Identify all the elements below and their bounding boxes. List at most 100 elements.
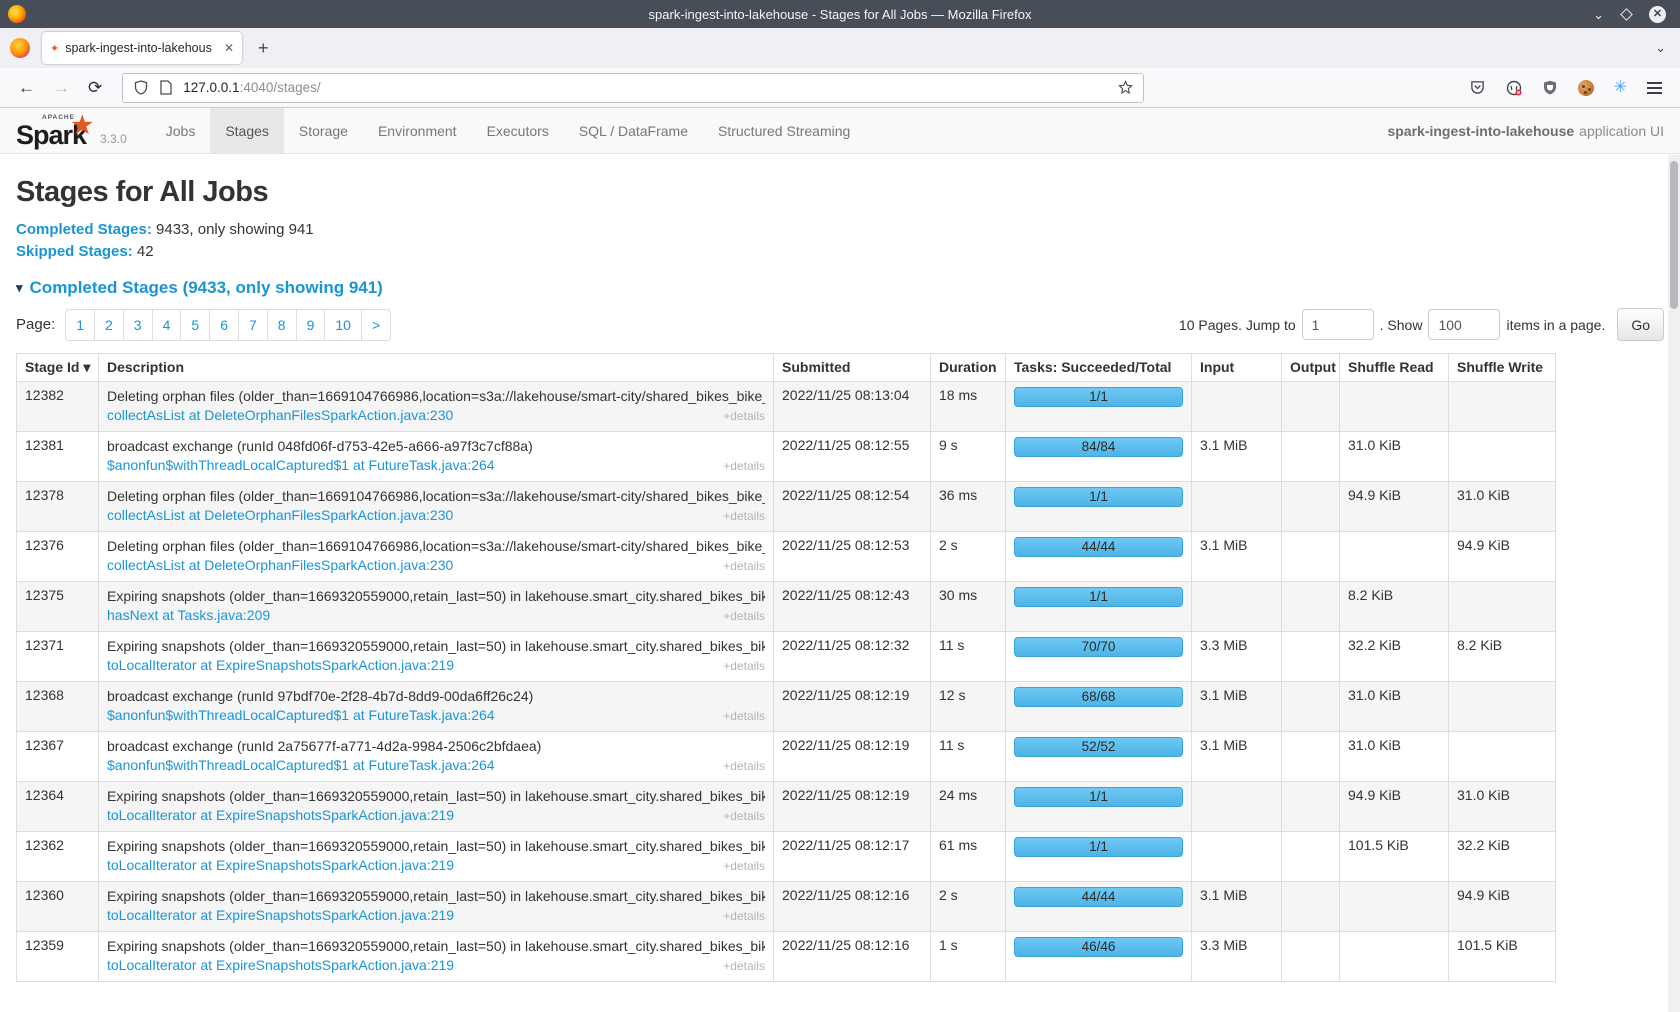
tasks-progress-bar: 52/52 [1014, 737, 1183, 757]
extension-asterisk-icon[interactable]: ✳ [1614, 80, 1627, 96]
window-titlebar: spark-ingest-into-lakehouse - Stages for… [0, 0, 1680, 28]
pocket-icon[interactable] [1470, 80, 1486, 96]
stage-detail-link[interactable]: toLocalIterator at ExpireSnapshotsSparkA… [107, 906, 454, 925]
page-button-4[interactable]: 4 [152, 309, 182, 341]
column-header-0[interactable]: Stage Id ▾ [17, 354, 99, 382]
column-header-6: Output [1282, 354, 1340, 382]
description-text: broadcast exchange (runId 048fd06f-d753-… [107, 437, 765, 456]
browser-tab[interactable]: ✦ spark-ingest-into-lakehous ✕ [42, 32, 242, 64]
completed-stages-link[interactable]: Completed Stages: [16, 221, 152, 238]
page-button-10[interactable]: 10 [324, 309, 362, 341]
page-button-3[interactable]: 3 [123, 309, 153, 341]
next-page-button[interactable]: > [361, 309, 391, 341]
page-button-7[interactable]: 7 [238, 309, 268, 341]
output-cell [1282, 832, 1340, 882]
tracking-shield-icon[interactable] [133, 80, 149, 96]
jump-to-page-input[interactable] [1302, 309, 1374, 340]
stage-detail-link[interactable]: toLocalIterator at ExpireSnapshotsSparkA… [107, 856, 454, 875]
details-toggle[interactable]: +details [723, 807, 765, 826]
details-toggle[interactable]: +details [723, 407, 765, 426]
back-button[interactable]: ← [18, 78, 35, 98]
shuffle-write-cell: 8.2 KiB [1449, 632, 1556, 682]
description-text: Deleting orphan files (older_than=166910… [107, 487, 765, 506]
page-button-9[interactable]: 9 [296, 309, 326, 341]
details-toggle[interactable]: +details [723, 857, 765, 876]
list-tabs-chevron-icon[interactable]: ⌄ [1655, 40, 1666, 56]
bookmark-star-icon[interactable] [1117, 80, 1133, 96]
nav-item-storage[interactable]: Storage [284, 108, 363, 153]
details-toggle[interactable]: +details [723, 607, 765, 626]
page-button-2[interactable]: 2 [94, 309, 124, 341]
description-line2: $anonfun$withThreadLocalCaptured$1 at Fu… [107, 456, 765, 476]
stage-detail-link[interactable]: $anonfun$withThreadLocalCaptured$1 at Fu… [107, 756, 495, 775]
description-cell: Expiring snapshots (older_than=166932055… [99, 782, 774, 832]
stage-id-cell: 12362 [17, 832, 99, 882]
ublock-shield-icon[interactable] [1542, 80, 1558, 96]
nav-item-structured-streaming[interactable]: Structured Streaming [703, 108, 865, 153]
description-line2: toLocalIterator at ExpireSnapshotsSparkA… [107, 906, 765, 926]
stage-detail-link[interactable]: toLocalIterator at ExpireSnapshotsSparkA… [107, 956, 454, 975]
tab-close-icon[interactable]: ✕ [224, 41, 234, 55]
tasks-cell: 70/70 [1006, 632, 1192, 682]
minimize-icon[interactable]: ⌄ [1593, 8, 1604, 21]
menu-hamburger-icon[interactable] [1647, 82, 1662, 94]
maximize-icon[interactable] [1620, 8, 1633, 21]
nav-item-environment[interactable]: Environment [363, 108, 472, 153]
vertical-scrollbar[interactable] [1668, 155, 1680, 1012]
nav-item-executors[interactable]: Executors [472, 108, 564, 153]
stage-detail-link[interactable]: collectAsList at DeleteOrphanFilesSparkA… [107, 556, 453, 575]
forward-button[interactable]: → [53, 78, 70, 98]
shuffle-read-cell: 31.0 KiB [1340, 432, 1449, 482]
shuffle-read-cell [1340, 882, 1449, 932]
cookie-icon[interactable] [1578, 80, 1594, 96]
spark-logo[interactable]: APACHESpark★ 3.3.0 [0, 108, 137, 153]
page-info-icon[interactable] [158, 80, 174, 96]
shuffle-write-cell: 31.0 KiB [1449, 782, 1556, 832]
collapse-caret-icon: ▾ [16, 280, 23, 296]
description-line2: $anonfun$withThreadLocalCaptured$1 at Fu… [107, 756, 765, 776]
nav-item-stages[interactable]: Stages [210, 108, 284, 153]
details-toggle[interactable]: +details [723, 957, 765, 976]
page-button-8[interactable]: 8 [267, 309, 297, 341]
shuffle-write-cell: 31.0 KiB [1449, 482, 1556, 532]
duration-cell: 30 ms [931, 582, 1006, 632]
details-toggle[interactable]: +details [723, 557, 765, 576]
stage-detail-link[interactable]: $anonfun$withThreadLocalCaptured$1 at Fu… [107, 456, 495, 475]
window-close-icon[interactable]: ✕ [1649, 6, 1666, 23]
stage-id-cell: 12376 [17, 532, 99, 582]
scrollbar-thumb[interactable] [1670, 161, 1678, 309]
tasks-progress-bar: 1/1 [1014, 387, 1183, 407]
details-toggle[interactable]: +details [723, 507, 765, 526]
details-toggle[interactable]: +details [723, 907, 765, 926]
address-bar[interactable]: 127.0.0.1:4040/stages/ [122, 73, 1144, 103]
stage-detail-link[interactable]: hasNext at Tasks.java:209 [107, 606, 270, 625]
items-per-page-input[interactable] [1428, 309, 1500, 340]
page-button-6[interactable]: 6 [209, 309, 239, 341]
page-button-1[interactable]: 1 [65, 309, 95, 341]
details-toggle[interactable]: +details [723, 457, 765, 476]
firefox-view-icon[interactable] [10, 38, 30, 58]
stage-detail-link[interactable]: toLocalIterator at ExpireSnapshotsSparkA… [107, 656, 454, 675]
description-line2: $anonfun$withThreadLocalCaptured$1 at Fu… [107, 706, 765, 726]
account-mask-icon[interactable] [1506, 80, 1522, 96]
reload-button[interactable]: ⟳ [88, 78, 102, 98]
nav-item-sql-dataframe[interactable]: SQL / DataFrame [564, 108, 703, 153]
description-cell: Expiring snapshots (older_than=166932055… [99, 882, 774, 932]
nav-item-jobs[interactable]: Jobs [151, 108, 211, 153]
output-cell [1282, 882, 1340, 932]
details-toggle[interactable]: +details [723, 707, 765, 726]
page-button-5[interactable]: 5 [180, 309, 210, 341]
new-tab-button[interactable]: + [258, 38, 269, 59]
stage-detail-link[interactable]: toLocalIterator at ExpireSnapshotsSparkA… [107, 806, 454, 825]
skipped-stages-line: Skipped Stages: 42 [16, 243, 1664, 260]
column-header-5: Input [1192, 354, 1282, 382]
go-button[interactable]: Go [1617, 308, 1664, 341]
stage-detail-link[interactable]: collectAsList at DeleteOrphanFilesSparkA… [107, 506, 453, 525]
submitted-cell: 2022/11/25 08:12:53 [774, 532, 931, 582]
details-toggle[interactable]: +details [723, 757, 765, 776]
completed-stages-section-header[interactable]: ▾ Completed Stages (9433, only showing 9… [16, 278, 1664, 298]
stage-detail-link[interactable]: collectAsList at DeleteOrphanFilesSparkA… [107, 406, 453, 425]
stage-detail-link[interactable]: $anonfun$withThreadLocalCaptured$1 at Fu… [107, 706, 495, 725]
details-toggle[interactable]: +details [723, 657, 765, 676]
skipped-stages-link[interactable]: Skipped Stages: [16, 243, 133, 260]
